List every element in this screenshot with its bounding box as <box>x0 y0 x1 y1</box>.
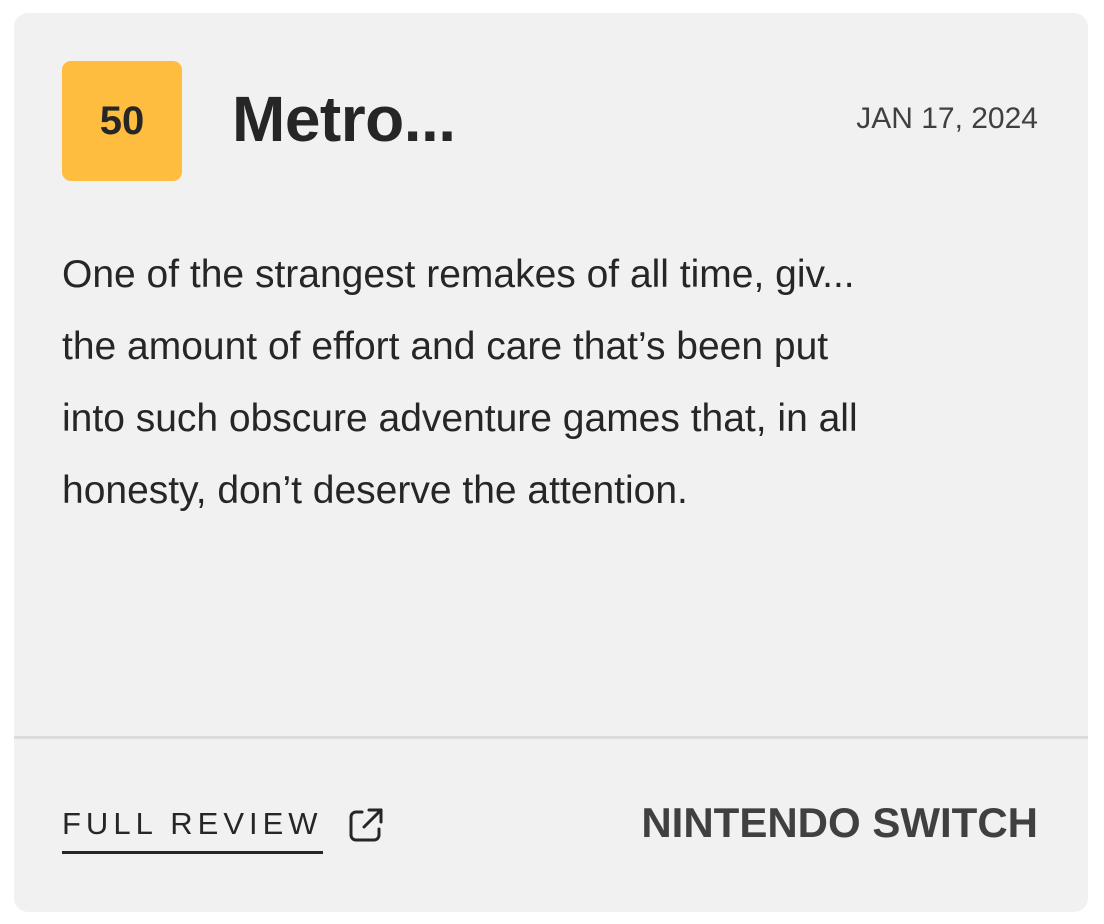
quote-line: into such obscure adventure games that, … <box>62 397 858 440</box>
quote-line: One of the strangest remakes of all time… <box>62 253 855 296</box>
external-link-icon[interactable] <box>347 806 385 844</box>
full-review-label[interactable]: FULL REVIEW <box>62 801 323 854</box>
platform-label: NINTENDO SWITCH <box>641 799 1038 846</box>
divider <box>14 736 1088 739</box>
review-date: JAN 17, 2024 <box>856 102 1038 135</box>
quote-line: the amount of effort and care that’s bee… <box>62 325 829 368</box>
score-badge: 50 <box>62 61 182 181</box>
quote-line: honesty, don’t deserve the attention. <box>62 469 688 512</box>
review-card: 50 Metro... JAN 17, 2024 One of the stra… <box>14 13 1088 912</box>
full-review-link[interactable]: FULL REVIEW <box>62 801 385 854</box>
game-title[interactable]: Metro... <box>232 75 456 163</box>
review-quote: One of the strangest remakes of all time… <box>62 239 1052 527</box>
